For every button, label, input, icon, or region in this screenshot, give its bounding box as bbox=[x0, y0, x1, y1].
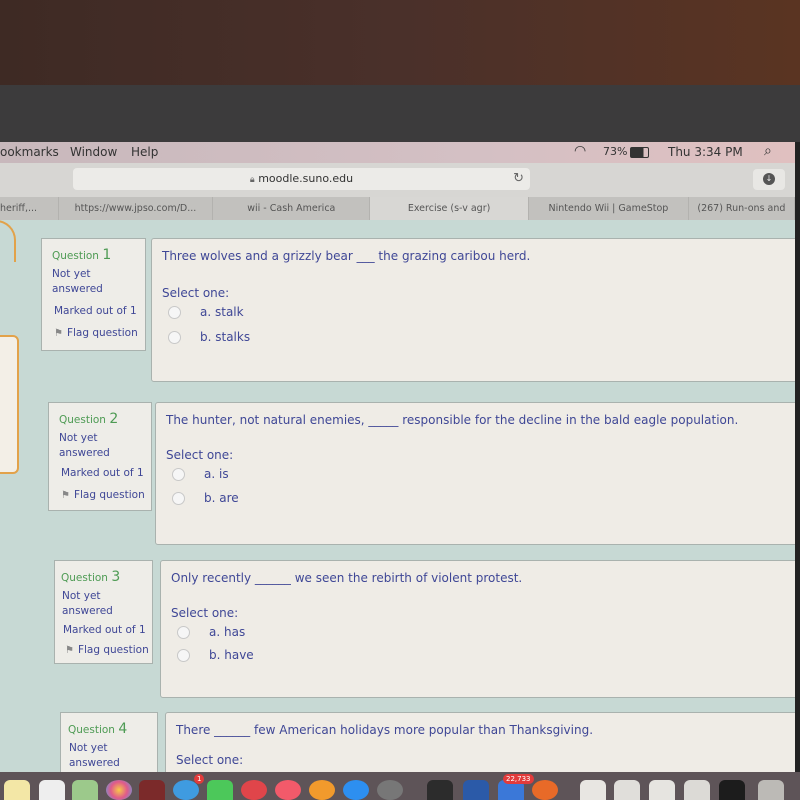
radio-button[interactable] bbox=[172, 492, 185, 505]
question-4-content: There ______ few American holidays more … bbox=[165, 712, 795, 772]
question-text: Three wolves and a grizzly bear ___ the … bbox=[162, 249, 531, 263]
minimized-window[interactable] bbox=[614, 780, 640, 800]
flag-icon: ⚑ bbox=[54, 328, 63, 339]
answer-option[interactable]: b. are bbox=[172, 491, 239, 505]
screen: ookmarks Window Help ◠ 73% Thu 3:34 PM ⌕… bbox=[0, 142, 795, 772]
tab-gamestop[interactable]: Nintendo Wii | GameStop bbox=[529, 197, 689, 220]
lock-icon: 🔒︎ bbox=[249, 175, 255, 185]
monitor-bezel-top bbox=[0, 0, 800, 85]
notes-icon[interactable] bbox=[4, 780, 30, 800]
tab-jpso[interactable]: https://www.jpso.com/D... bbox=[59, 197, 214, 220]
question-marks: Marked out of 1 bbox=[54, 305, 137, 317]
question-text: Only recently ______ we seen the rebirth… bbox=[171, 571, 523, 585]
download-button[interactable]: ↓ bbox=[753, 169, 785, 190]
question-number: Question 2 bbox=[59, 411, 119, 427]
app-icon[interactable] bbox=[532, 780, 558, 800]
question-3-content: Only recently ______ we seen the rebirth… bbox=[160, 560, 795, 698]
url-text: moodle.suno.edu bbox=[258, 172, 354, 185]
flag-question-button[interactable]: ⚑ Flag question bbox=[54, 327, 138, 339]
monitor-bezel bbox=[0, 85, 800, 142]
answer-option[interactable]: a. is bbox=[172, 467, 229, 481]
books-icon[interactable] bbox=[309, 780, 335, 800]
menu-window[interactable]: Window bbox=[70, 145, 117, 159]
answer-option[interactable]: a. has bbox=[177, 625, 245, 639]
question-number: Question 4 bbox=[68, 721, 128, 737]
address-bar[interactable]: 🔒︎ moodle.suno.edu ↻ bbox=[73, 168, 530, 190]
quiz-page: Question 1 Not yet answered Marked out o… bbox=[0, 220, 795, 772]
wifi-icon[interactable]: ◠ bbox=[574, 143, 586, 159]
tab-cash-america[interactable]: wii - Cash America bbox=[213, 197, 371, 220]
trash-icon[interactable] bbox=[758, 780, 784, 800]
select-one-label: Select one: bbox=[166, 448, 234, 462]
messages-badge: 1 bbox=[194, 774, 205, 784]
clock[interactable]: Thu 3:34 PM bbox=[668, 145, 743, 159]
select-one-label: Select one: bbox=[171, 606, 239, 620]
question-state: Not yet answered bbox=[52, 268, 103, 295]
question-state: Not yet answered bbox=[69, 742, 120, 769]
decorative-arc bbox=[0, 220, 16, 262]
flag-icon: ⚑ bbox=[61, 490, 70, 501]
dock: 1 22,733 bbox=[0, 772, 800, 800]
minimized-window[interactable] bbox=[684, 780, 710, 800]
menu-bar: ookmarks Window Help ◠ 73% Thu 3:34 PM ⌕ bbox=[0, 142, 795, 163]
system-preferences-icon[interactable] bbox=[377, 780, 403, 800]
question-1-content: Three wolves and a grizzly bear ___ the … bbox=[151, 238, 795, 382]
maps-icon[interactable] bbox=[72, 780, 98, 800]
battery-percent: 73% bbox=[603, 145, 628, 158]
news-icon[interactable] bbox=[241, 780, 267, 800]
quiz-navigation-block[interactable] bbox=[0, 335, 19, 474]
reminders-icon[interactable] bbox=[39, 780, 65, 800]
question-2-content: The hunter, not natural enemies, _____ r… bbox=[155, 402, 795, 545]
facetime-icon[interactable] bbox=[207, 780, 233, 800]
tab-sheriff[interactable]: heriff,... bbox=[0, 197, 59, 220]
question-4-info: Question 4 Not yet answered bbox=[60, 712, 158, 772]
minimized-window[interactable] bbox=[580, 780, 606, 800]
select-one-label: Select one: bbox=[162, 286, 230, 300]
download-icon: ↓ bbox=[763, 173, 775, 185]
question-number: Question 3 bbox=[61, 569, 121, 585]
radio-button[interactable] bbox=[177, 626, 190, 639]
flag-icon: ⚑ bbox=[65, 645, 74, 656]
question-2-info: Question 2 Not yet answered Marked out o… bbox=[48, 402, 152, 511]
menu-help[interactable]: Help bbox=[131, 145, 158, 159]
spotlight-search-icon[interactable]: ⌕ bbox=[764, 143, 772, 159]
answer-option[interactable]: b. stalks bbox=[168, 330, 250, 344]
browser-toolbar: 🔒︎ moodle.suno.edu ↻ ↓ bbox=[0, 163, 795, 197]
minimized-window[interactable] bbox=[649, 780, 675, 800]
reload-icon[interactable]: ↻ bbox=[513, 171, 524, 186]
word-icon[interactable] bbox=[463, 780, 489, 800]
radio-button[interactable] bbox=[168, 306, 181, 319]
select-one-label: Select one: bbox=[176, 753, 244, 767]
radio-button[interactable] bbox=[172, 468, 185, 481]
question-marks: Marked out of 1 bbox=[63, 624, 146, 636]
question-state: Not yet answered bbox=[59, 432, 110, 459]
activity-monitor-icon[interactable] bbox=[427, 780, 453, 800]
flag-question-button[interactable]: ⚑ Flag question bbox=[61, 489, 145, 501]
question-marks: Marked out of 1 bbox=[61, 467, 144, 479]
answer-option[interactable]: b. have bbox=[177, 648, 254, 662]
question-text: The hunter, not natural enemies, _____ r… bbox=[166, 413, 739, 427]
photo-booth-icon[interactable] bbox=[139, 780, 165, 800]
music-icon[interactable] bbox=[275, 780, 301, 800]
battery-icon[interactable] bbox=[630, 147, 649, 158]
tab-bar: heriff,... https://www.jpso.com/D... wii… bbox=[0, 197, 795, 220]
tab-exercise[interactable]: Exercise (s-v agr) bbox=[370, 197, 529, 220]
radio-button[interactable] bbox=[168, 331, 181, 344]
flag-question-button[interactable]: ⚑ Flag question bbox=[65, 644, 149, 656]
question-text: There ______ few American holidays more … bbox=[176, 723, 594, 737]
minimized-window[interactable] bbox=[719, 780, 745, 800]
mail-badge: 22,733 bbox=[503, 774, 534, 784]
question-3-info: Question 3 Not yet answered Marked out o… bbox=[54, 560, 153, 664]
tab-run-ons[interactable]: (267) Run-ons and bbox=[689, 197, 795, 220]
app-store-icon[interactable] bbox=[343, 780, 369, 800]
question-state: Not yet answered bbox=[62, 590, 113, 617]
question-number: Question 1 bbox=[52, 247, 112, 263]
menu-bookmarks[interactable]: ookmarks bbox=[0, 145, 59, 159]
question-1-info: Question 1 Not yet answered Marked out o… bbox=[41, 238, 146, 351]
answer-option[interactable]: a. stalk bbox=[168, 305, 244, 319]
monitor-edge bbox=[795, 142, 800, 772]
photos-icon[interactable] bbox=[106, 780, 132, 800]
radio-button[interactable] bbox=[177, 649, 190, 662]
